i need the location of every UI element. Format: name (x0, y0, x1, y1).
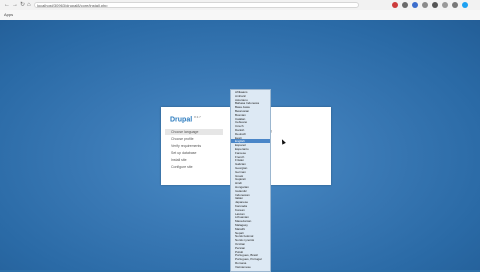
step-choose-language: Choose language (165, 129, 223, 135)
reload-icon[interactable]: ↻ (20, 2, 25, 8)
step-configure-site: Configure site (171, 165, 193, 169)
extension-icon[interactable] (402, 2, 408, 8)
extension-icon[interactable] (432, 2, 438, 8)
extension-icon[interactable] (422, 2, 428, 8)
apps-bookmark[interactable]: Apps (4, 12, 13, 18)
back-icon[interactable]: ← (4, 2, 10, 8)
extension-icon[interactable] (452, 2, 458, 8)
extension-icon[interactable] (392, 2, 398, 8)
extension-icon[interactable] (412, 2, 418, 8)
step-install-site: Install site (171, 158, 187, 162)
language-select-dropdown[interactable]: Afrikaans Amharic Asturianu Bahasa Indonesi… (230, 89, 271, 272)
step-choose-profile: Choose profile (171, 137, 194, 141)
step-set-up-database: Set up database (171, 151, 197, 155)
extension-icon[interactable] (442, 2, 448, 8)
step-verify-requirements: Verify requirements (171, 144, 202, 148)
logo-text: Drupal (170, 116, 193, 124)
drupal-logo: Drupal 8.3.7 (170, 115, 201, 123)
forward-icon[interactable]: → (12, 2, 18, 8)
profile-icon[interactable] (462, 2, 468, 8)
address-bar[interactable]: localhost/30963/drupal8/core/install.php (34, 2, 359, 8)
home-icon[interactable]: ⌂ (27, 2, 31, 8)
version-text: 8.3.7 (194, 115, 201, 119)
language-option[interactable]: Vietnamese (231, 265, 270, 269)
